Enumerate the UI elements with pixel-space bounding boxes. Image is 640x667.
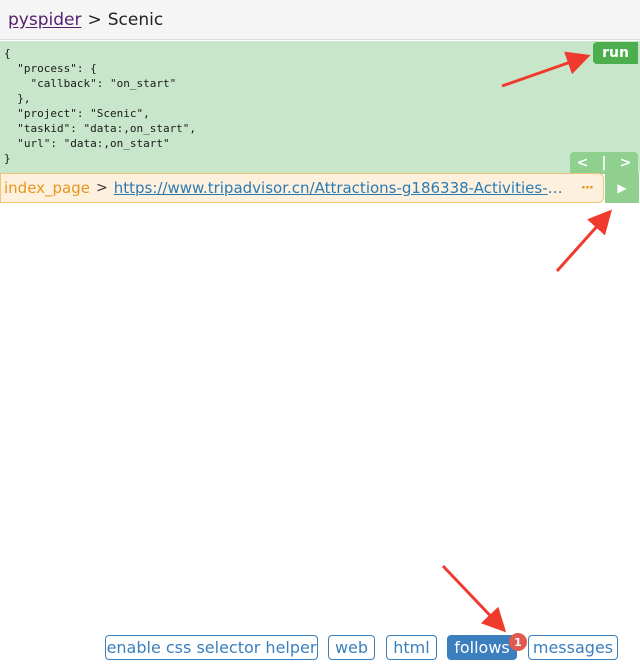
follow-url-link[interactable]: https://www.tripadvisor.cn/Attractions-g… — [114, 179, 564, 197]
breadcrumb-project-name: Scenic — [107, 9, 164, 30]
arrow-to-follows — [441, 564, 507, 633]
nav-divider: | — [601, 155, 607, 171]
tab-web[interactable]: web — [328, 635, 375, 660]
follows-count-badge: 1 — [509, 633, 527, 651]
run-button[interactable]: run — [593, 42, 638, 64]
follow-url-bar: index_page > https://www.tripadvisor.cn/… — [0, 173, 604, 203]
callback-name: index_page — [4, 179, 91, 197]
tab-messages[interactable]: messages — [528, 635, 618, 660]
tab-html[interactable]: html — [386, 635, 437, 660]
url-separator: > — [96, 180, 108, 196]
prev-task-button[interactable]: < — [573, 155, 593, 171]
play-follow-button[interactable]: ▶ — [605, 173, 639, 203]
bottom-tab-bar: enable css selector helper web html foll… — [0, 635, 640, 661]
tab-follows[interactable]: follows — [447, 635, 517, 660]
task-nav-buttons: < | > — [570, 152, 638, 174]
breadcrumb-home-link[interactable]: pyspider — [8, 10, 81, 30]
tab-css-selector-helper[interactable]: enable css selector helper — [105, 635, 318, 660]
task-json-text: { "process": { "callback": "on_start" },… — [4, 47, 197, 165]
next-task-button[interactable]: > — [616, 155, 636, 171]
play-icon: ▶ — [617, 181, 627, 195]
breadcrumb: pyspider > Scenic — [0, 0, 640, 40]
more-icon[interactable]: ··· — [581, 181, 594, 196]
task-json-panel: { "process": { "callback": "on_start" },… — [0, 41, 640, 173]
arrow-to-play — [555, 209, 613, 273]
breadcrumb-separator: > — [87, 9, 102, 30]
